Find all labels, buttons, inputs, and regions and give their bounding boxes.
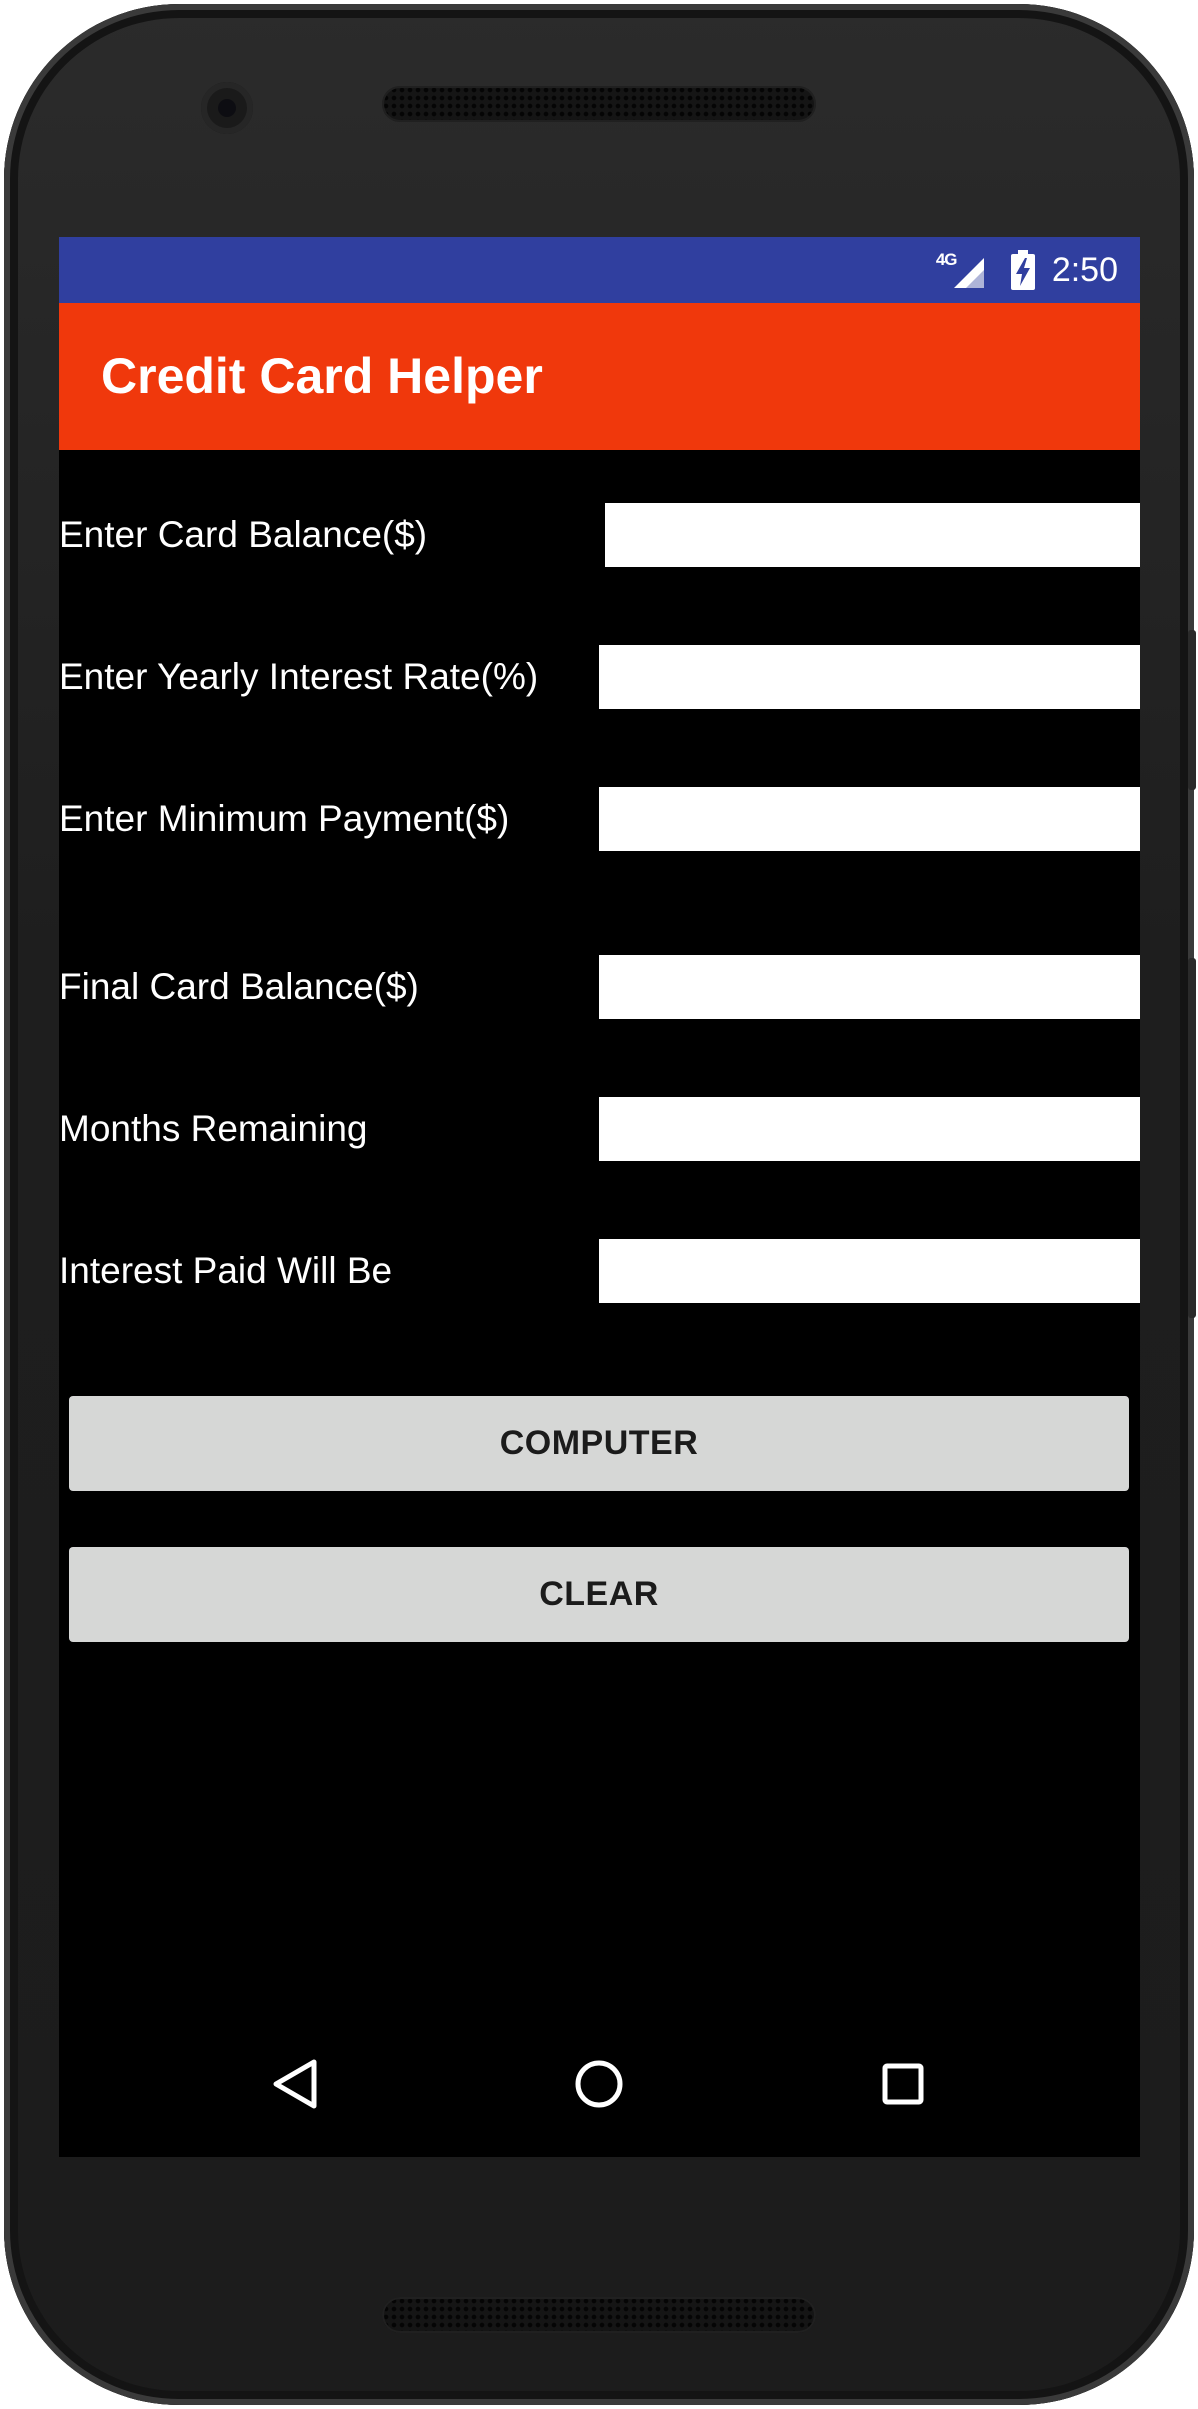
status-indicators: 4G 2:50	[936, 237, 1118, 303]
status-bar: 4G 2:50	[59, 237, 1140, 303]
final-balance-field[interactable]	[599, 955, 1140, 1019]
recents-icon[interactable]	[830, 2011, 976, 2157]
minimum-payment-row: Enter Minimum Payment($)	[59, 787, 1140, 851]
card-balance-row: Enter Card Balance($)	[59, 503, 1140, 567]
back-icon[interactable]	[223, 2011, 369, 2157]
interest-rate-input[interactable]	[599, 645, 1140, 709]
final-balance-row: Final Card Balance($)	[59, 955, 1140, 1019]
top-speaker	[382, 86, 816, 122]
clear-button[interactable]: CLEAR	[69, 1547, 1129, 1642]
months-remaining-label: Months Remaining	[59, 1108, 368, 1149]
home-icon[interactable]	[526, 2011, 672, 2157]
front-camera	[201, 82, 253, 134]
volume-key	[1188, 630, 1196, 790]
power-key	[1188, 958, 1196, 1318]
months-remaining-field[interactable]	[599, 1097, 1140, 1161]
battery-charging-icon	[1010, 250, 1036, 290]
final-balance-label: Final Card Balance($)	[59, 966, 419, 1007]
months-remaining-row: Months Remaining	[59, 1097, 1140, 1161]
minimum-payment-label: Enter Minimum Payment($)	[59, 798, 510, 839]
status-time: 2:50	[1051, 250, 1118, 289]
screen: 4G 2:50 Credit Card Helper Enter Card Ba…	[59, 237, 1140, 2157]
interest-paid-label: Interest Paid Will Be	[59, 1250, 393, 1291]
bottom-speaker	[382, 2297, 816, 2333]
interest-paid-field[interactable]	[599, 1239, 1140, 1303]
app-bar: Credit Card Helper	[59, 303, 1140, 450]
card-balance-input[interactable]	[601, 503, 1140, 567]
navigation-bar	[59, 2011, 1140, 2157]
interest-rate-row: Enter Yearly Interest Rate(%)	[59, 645, 1140, 709]
interest-rate-label: Enter Yearly Interest Rate(%)	[59, 656, 539, 697]
app-title: Credit Card Helper	[101, 348, 543, 404]
minimum-payment-input[interactable]	[599, 787, 1140, 851]
phone-frame: 4G 2:50 Credit Card Helper Enter Card Ba…	[4, 4, 1196, 2405]
signal-icon: 4G	[936, 250, 988, 290]
interest-paid-row: Interest Paid Will Be	[59, 1239, 1140, 1303]
card-balance-label: Enter Card Balance($)	[59, 514, 428, 555]
compute-button[interactable]: COMPUTER	[69, 1396, 1129, 1491]
network-type: 4G	[935, 250, 958, 269]
